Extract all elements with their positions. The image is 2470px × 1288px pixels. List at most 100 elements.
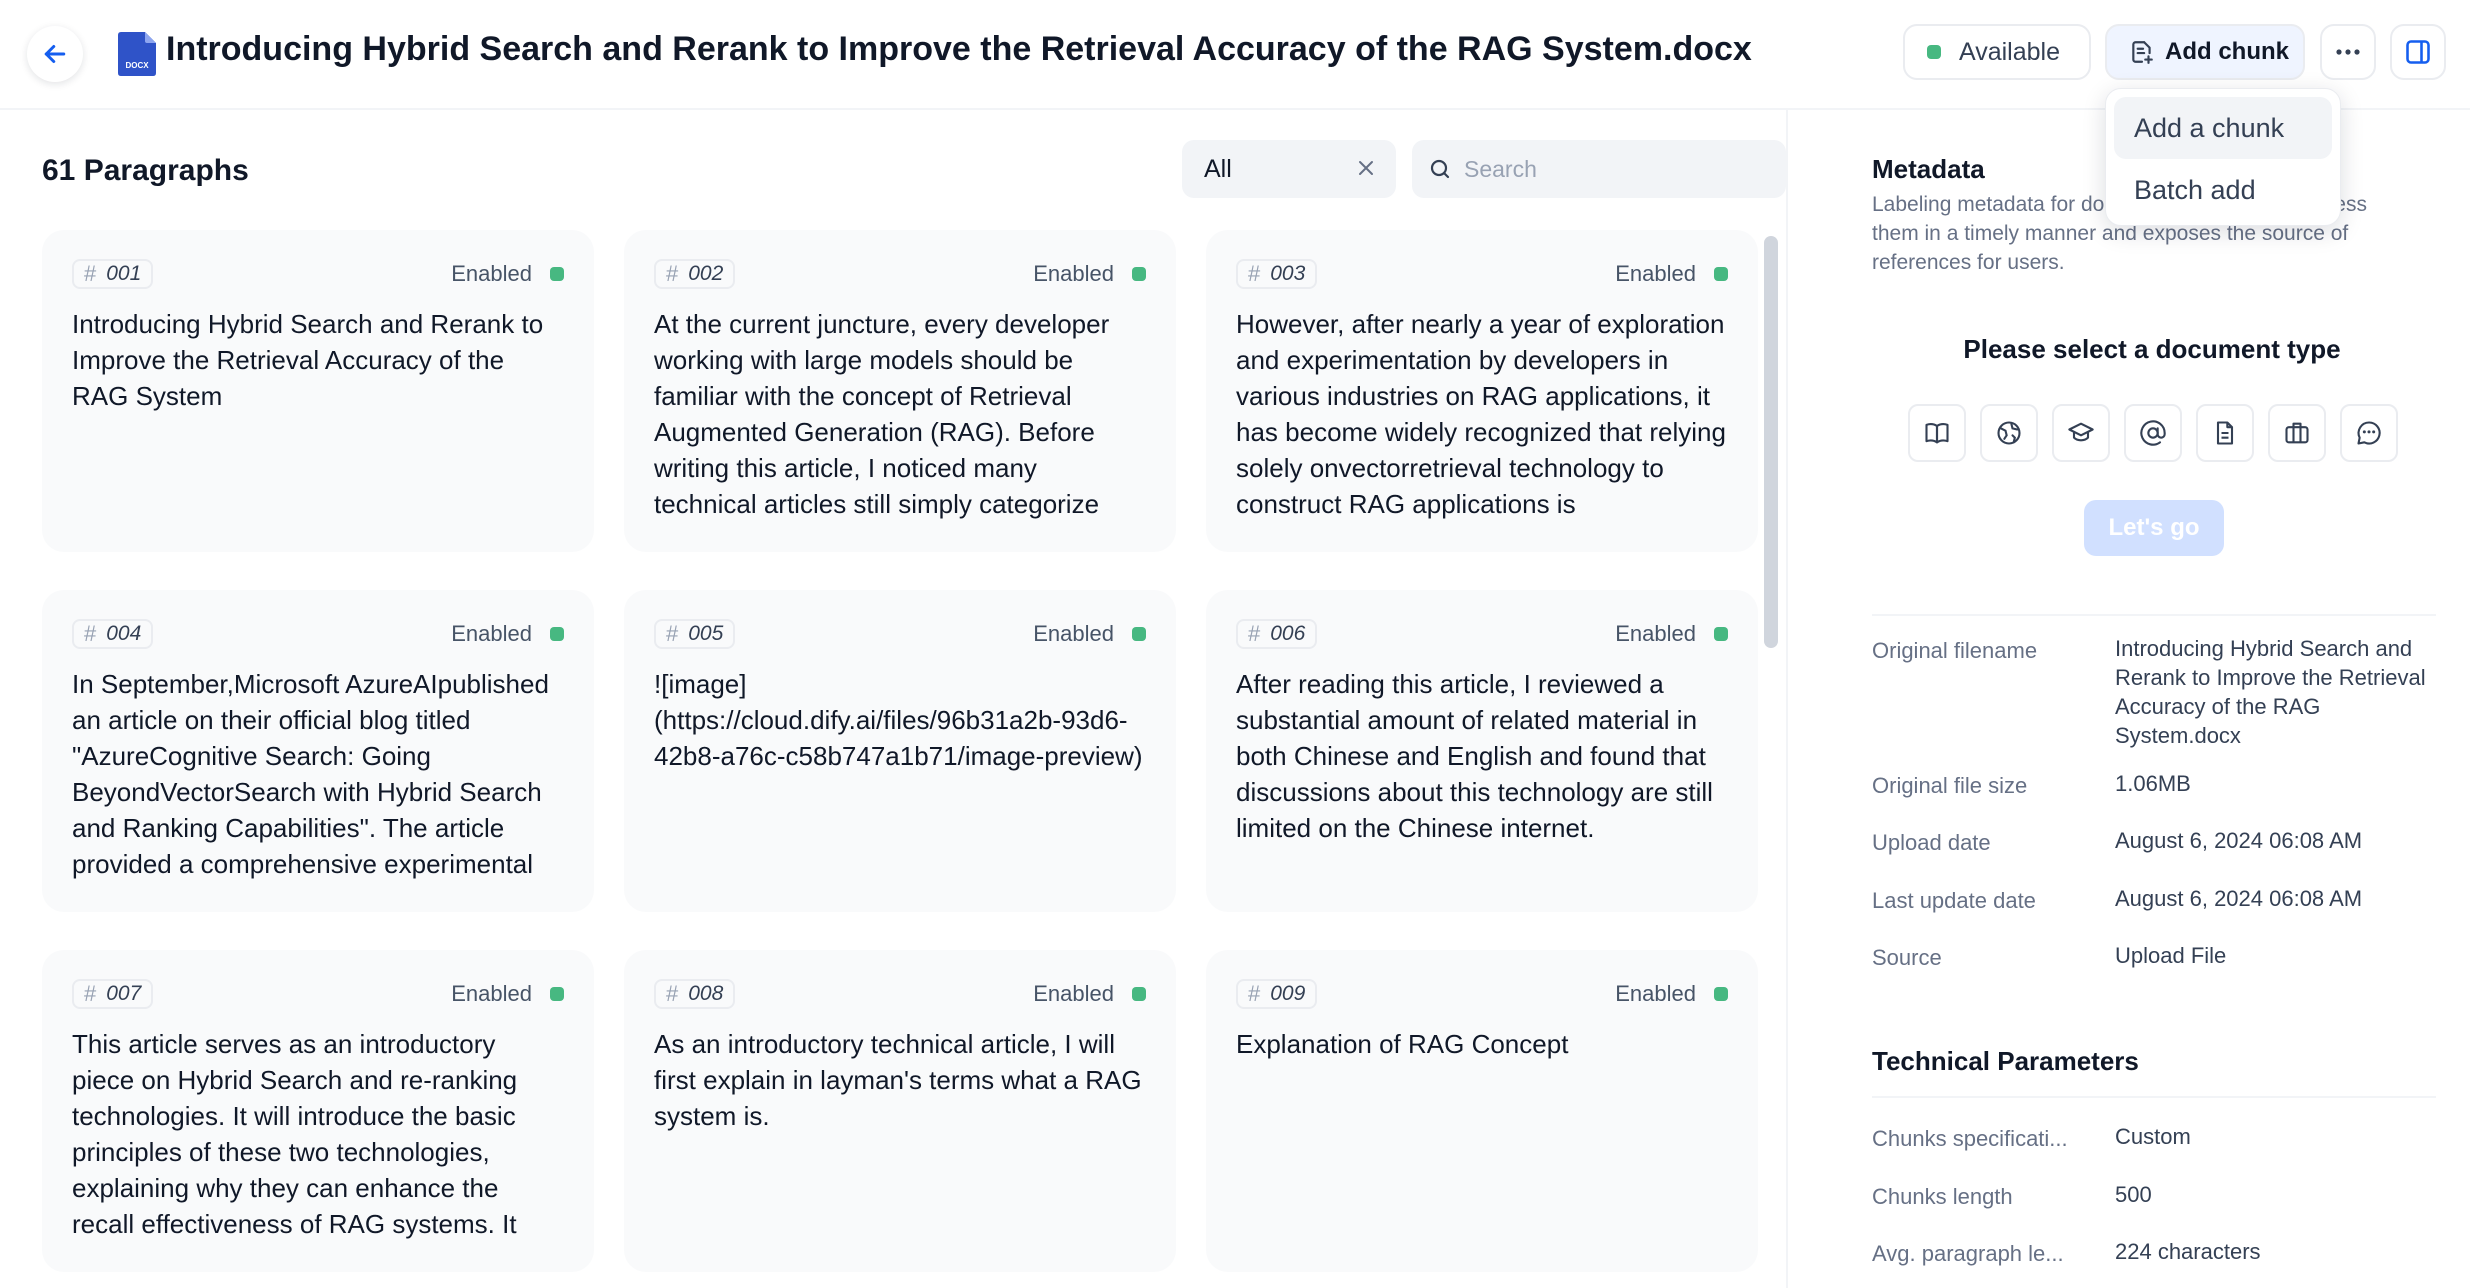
segment-index-tag: #006: [1236, 619, 1318, 649]
chunk-content: Introducing Hybrid Search and Rerank to …: [72, 309, 544, 411]
segment-index-tag: #005: [654, 619, 736, 649]
chunk-content: This article serves as an introductory p…: [72, 1029, 518, 1239]
document-header: DOCX Introducing Hybrid Search and Reran…: [0, 0, 2470, 110]
field-label-chunks-length: Chunks length: [1872, 1184, 2013, 1209]
chunk-status: Enabled: [1615, 621, 1728, 647]
status-badge: Available: [1903, 24, 2091, 80]
search-box: [1412, 140, 1786, 198]
section-divider: [1872, 1096, 2436, 1098]
segment-index-tag: #001: [72, 259, 154, 289]
chunk-status: Enabled: [451, 621, 564, 647]
paragraph-count: 61 Paragraphs: [42, 154, 249, 187]
segment-index-tag: #008: [654, 979, 736, 1009]
search-input[interactable]: [1464, 155, 1764, 183]
metadata-title: Metadata: [1872, 154, 1985, 184]
document-type-options: [1908, 404, 2398, 462]
chunk-status: Enabled: [1033, 261, 1146, 287]
chunk-content: Explanation of RAG Concept: [1236, 1029, 1569, 1059]
chunk-status: Enabled: [1615, 261, 1728, 287]
chunk-card[interactable]: #009 Enabled Explanation of RAG Concept: [1206, 950, 1758, 1272]
enabled-dot-icon: [550, 267, 564, 281]
add-chunk-label: Add chunk: [2165, 38, 2289, 65]
lets-go-button[interactable]: Let's go: [2084, 500, 2224, 556]
chunk-status: Enabled: [1033, 981, 1146, 1007]
hash-icon: #: [1248, 981, 1261, 1006]
doc-type-book-button[interactable]: [1908, 404, 1966, 462]
field-value-last-update-date: August 6, 2024 06:08 AM: [2115, 886, 2363, 911]
select-document-type-title: Please select a document type: [1963, 334, 2341, 364]
hash-icon: #: [84, 621, 97, 646]
enabled-dot-icon: [1714, 267, 1728, 281]
field-value-chunks-specification: Custom: [2115, 1124, 2191, 1149]
doc-type-business-button[interactable]: [2268, 404, 2326, 462]
enabled-dot-icon: [1714, 627, 1728, 641]
chunk-list-scrollbar[interactable]: [1762, 232, 1778, 1288]
field-label-chunks-specification: Chunks specificati...: [1872, 1126, 2068, 1151]
add-chunk-menu: Add a chunk Batch add: [2105, 88, 2341, 226]
side-panel-icon: [2406, 40, 2430, 64]
back-button[interactable]: [27, 26, 83, 82]
clear-icon[interactable]: [1354, 156, 1378, 180]
chunk-card[interactable]: #008 Enabled As an introductory technica…: [624, 950, 1176, 1272]
chunk-content: ![image](https://cloud.dify.ai/files/96b…: [654, 669, 1143, 771]
svg-text:DOCX: DOCX: [125, 61, 149, 70]
field-value-original-filename: Introducing Hybrid Search and Rerank to …: [2115, 636, 2426, 748]
field-label-last-update-date: Last update date: [1872, 888, 2036, 913]
segment-index-tag: #004: [72, 619, 154, 649]
chunk-content: After reading this article, I reviewed a…: [1236, 669, 1713, 843]
document-title: Introducing Hybrid Search and Rerank to …: [166, 30, 1752, 68]
enabled-dot-icon: [1714, 987, 1728, 1001]
docx-file-icon: DOCX: [118, 32, 156, 76]
arrow-left-icon: [44, 45, 66, 63]
doc-type-web-button[interactable]: [1980, 404, 2038, 462]
web-icon: [1997, 421, 2021, 445]
chunk-card[interactable]: #003 Enabled However, after nearly a yea…: [1206, 230, 1758, 552]
chunk-status: Enabled: [451, 261, 564, 287]
segment-index-tag: #003: [1236, 259, 1318, 289]
doc-type-academic-button[interactable]: [2052, 404, 2110, 462]
hash-icon: #: [666, 981, 679, 1006]
chunk-card[interactable]: #007 Enabled This article serves as an i…: [42, 950, 594, 1272]
menu-item-batch-add[interactable]: Batch add: [2114, 159, 2332, 221]
chunk-content: At the current juncture, every developer…: [654, 309, 1110, 519]
hash-icon: #: [666, 261, 679, 286]
chunk-content: As an introductory technical article, I …: [654, 1029, 1142, 1131]
briefcase-icon: [2285, 422, 2309, 444]
segment-index-tag: #009: [1236, 979, 1318, 1009]
field-label-original-filename: Original filename: [1872, 638, 2038, 663]
doc-type-personal-button[interactable]: [2196, 404, 2254, 462]
field-value-original-file-size: 1.06MB: [2115, 771, 2191, 796]
chunk-card[interactable]: #001 Enabled Introducing Hybrid Search a…: [42, 230, 594, 552]
field-label-upload-date: Upload date: [1872, 830, 1991, 855]
add-chunk-button[interactable]: Add chunk: [2105, 24, 2305, 80]
hash-icon: #: [84, 261, 97, 286]
chunk-status: Enabled: [1033, 621, 1146, 647]
section-divider: [1872, 614, 2436, 616]
chunk-content: In September,Microsoft AzureAIpublished …: [72, 669, 549, 879]
book-icon: [1925, 423, 1949, 444]
more-options-button[interactable]: [2320, 24, 2376, 80]
chunk-content: However, after nearly a year of explorat…: [1236, 309, 1726, 519]
field-value-chunks-length: 500: [2115, 1182, 2152, 1207]
doc-type-social-button[interactable]: [2124, 404, 2182, 462]
chunk-card[interactable]: #004 Enabled In September,Microsoft Azur…: [42, 590, 594, 912]
doc-type-im-chat-button[interactable]: [2340, 404, 2398, 462]
segment-index-tag: #007: [72, 979, 154, 1009]
chunk-card[interactable]: #006 Enabled After reading this article,…: [1206, 590, 1758, 912]
status-dot-icon: [1927, 45, 1941, 59]
enabled-dot-icon: [1132, 987, 1146, 1001]
enabled-dot-icon: [550, 627, 564, 641]
scrollbar-thumb[interactable]: [1764, 236, 1778, 648]
menu-item-add-a-chunk[interactable]: Add a chunk: [2114, 97, 2332, 159]
chunk-status: Enabled: [451, 981, 564, 1007]
status-filter-select[interactable]: All: [1182, 140, 1396, 198]
enabled-dot-icon: [550, 987, 564, 1001]
field-label-avg-paragraph-length: Avg. paragraph le...: [1872, 1241, 2064, 1266]
hash-icon: #: [666, 621, 679, 646]
segment-index-tag: #002: [654, 259, 736, 289]
chunk-card[interactable]: #002 Enabled At the current juncture, ev…: [624, 230, 1176, 552]
chunk-card[interactable]: #005 Enabled ![image](https://cloud.dify…: [624, 590, 1176, 912]
field-value-upload-date: August 6, 2024 06:08 AM: [2115, 828, 2363, 853]
graduation-cap-icon: [2068, 422, 2094, 442]
toggle-side-panel-button[interactable]: [2390, 24, 2446, 80]
